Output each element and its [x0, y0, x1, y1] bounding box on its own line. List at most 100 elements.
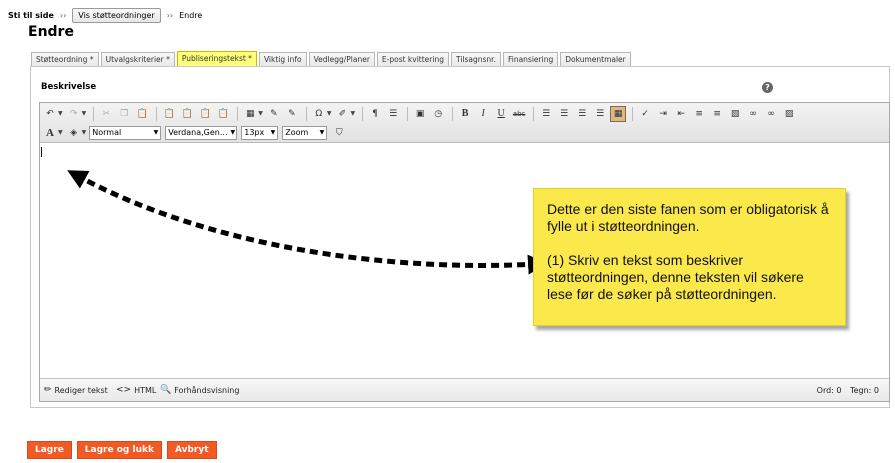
help-icon[interactable]: ? [762, 82, 773, 93]
chevron-down-icon[interactable]: ▼ [351, 110, 356, 117]
format-select[interactable]: Normal ▼ [89, 125, 162, 140]
chevron-down-icon: ▼ [230, 129, 236, 136]
breadcrumb: Sti til side ›› Vis støtteordninger ›› E… [8, 6, 202, 24]
tab-utvalgskriterier[interactable]: Utvalgskriterier * [100, 52, 175, 67]
italic-icon[interactable]: I [475, 106, 491, 122]
tab-finansiering[interactable]: Finansiering [502, 52, 559, 67]
tab-dokumentmaler[interactable]: Dokumentmaler [560, 52, 631, 67]
align-right-icon[interactable]: ☰ [574, 106, 590, 122]
html-mode-button[interactable]: <> HTML [116, 385, 156, 395]
tab-epost-kvittering[interactable]: E-post kvittering [376, 52, 449, 67]
toolbar-divider [305, 106, 307, 121]
chevron-down-icon[interactable]: ▼ [58, 129, 63, 136]
special-char-icon[interactable]: Ω [311, 106, 327, 122]
format-stripper-icon[interactable]: ✐ [335, 106, 351, 122]
unlink-icon[interactable]: ∞ [763, 106, 779, 122]
tab-publiseringstekst[interactable]: Publiseringstekst * [176, 51, 257, 67]
toolbar-divider [362, 106, 364, 121]
chevron-down-icon: ▼ [270, 129, 276, 136]
breadcrumb-separator: ›› [166, 10, 174, 20]
chevron-down-icon[interactable]: ▼ [58, 110, 63, 117]
copy-icon[interactable]: ❐ [116, 106, 132, 122]
chevron-down-icon[interactable]: ▼ [82, 129, 87, 136]
toolbar-divider [407, 106, 409, 121]
toolbar-row-1: ↶▼ ↷▼ ✂ ❐ 📋 📋 📋 📋 📋 ▦▼ ✎ ✎ Ω▼ ✐▼ ¶ [42, 104, 799, 123]
save-button[interactable]: Lagre [27, 441, 72, 459]
editor-statusbar: ✏ Rediger tekst <> HTML 🔍 Forhåndsvisnin… [40, 378, 889, 401]
breadcrumb-separator: ›› [59, 10, 67, 20]
calculator-icon[interactable]: ▣ [412, 106, 428, 122]
outdent-icon[interactable]: ⇤ [673, 106, 689, 122]
paste-format-icon[interactable]: 📋 [215, 106, 231, 122]
preview-mode-button[interactable]: 🔍 Forhåndsvisning [160, 385, 239, 395]
paste-html-icon[interactable]: 📋 [197, 106, 213, 122]
link-icon[interactable]: ∞ [745, 106, 761, 122]
tab-stotteordning[interactable]: Støtteordning * [31, 52, 99, 67]
editor-toolbar: ↶▼ ↷▼ ✂ ❐ 📋 📋 📋 📋 📋 ▦▼ ✎ ✎ Ω▼ ✐▼ ¶ [40, 103, 889, 143]
align-center-icon[interactable]: ☰ [556, 106, 572, 122]
underline-icon[interactable]: U [493, 106, 509, 122]
text-caret [41, 147, 42, 157]
block-format-icon[interactable]: ▦ [610, 105, 627, 122]
magnifier-icon: 🔍 [160, 385, 172, 395]
format-select-value: Normal [92, 128, 122, 137]
cancel-button[interactable]: Avbryt [166, 441, 217, 459]
bold-icon[interactable]: B [457, 106, 473, 122]
font-color-icon[interactable]: A [42, 125, 58, 141]
strikethrough-icon[interactable]: abc [511, 106, 527, 122]
chevron-down-icon: ▼ [153, 129, 159, 136]
highlight-icon[interactable]: ◈ [66, 125, 82, 141]
cut-icon[interactable]: ✂ [98, 106, 114, 122]
callout-line-1: Dette er den siste fanen som er obligato… [547, 201, 829, 234]
toolbar-divider [237, 106, 239, 121]
zoom-select[interactable]: Zoom ▼ [282, 125, 328, 140]
instruction-callout: Dette er den siste fanen som er obligato… [533, 188, 846, 326]
numbered-list-icon[interactable]: ≡ [691, 106, 707, 122]
toolbar-divider [452, 106, 454, 121]
word-char-counts: Ord: 0 Tegn: 0 [811, 386, 879, 395]
indent-icon[interactable]: ⇥ [655, 106, 671, 122]
edit-mode-label: Rediger tekst [54, 385, 108, 395]
edit-icon[interactable]: ✎ [266, 106, 282, 122]
image-manager-icon[interactable]: ▨ [781, 106, 797, 122]
page-title: Endre [28, 24, 74, 40]
pencil-icon: ✏ [44, 385, 52, 395]
chevron-down-icon: ▼ [319, 129, 325, 136]
toolbar-divider [632, 106, 634, 121]
size-select[interactable]: 13px ▼ [241, 125, 279, 140]
tab-tilsagnsnr[interactable]: Tilsagnsnr. [450, 52, 501, 67]
edit-mode-button[interactable]: ✏ Rediger tekst [44, 385, 108, 395]
font-select[interactable]: Verdana,Gen... ▼ [165, 125, 238, 140]
paste-icon[interactable]: 📋 [134, 106, 150, 122]
paste-text-icon[interactable]: 📋 [161, 106, 177, 122]
module-manager-icon[interactable]: ⛉ [331, 125, 347, 141]
save-close-button[interactable]: Lagre og lukk [76, 441, 162, 459]
code-icon: <> [116, 385, 132, 395]
chevron-down-icon[interactable]: ▼ [258, 110, 263, 117]
size-select-value: 13px [244, 128, 265, 137]
table-icon[interactable]: ▦ [242, 106, 258, 122]
chevron-down-icon[interactable]: ▼ [82, 110, 87, 117]
align-justify-icon[interactable]: ☰ [592, 106, 608, 122]
html-mode-label: HTML [134, 385, 157, 395]
paste-word-icon[interactable]: 📋 [179, 106, 195, 122]
spellcheck-icon[interactable]: ✓ [637, 106, 653, 122]
undo-icon[interactable]: ↶ [42, 106, 58, 122]
align-left-icon[interactable]: ☰ [538, 106, 554, 122]
preview-mode-label: Forhåndsvisning [174, 385, 240, 395]
horizontal-rule-icon[interactable]: ☰ [385, 106, 401, 122]
clock-icon[interactable]: ◷ [430, 106, 446, 122]
redo-icon[interactable]: ↷ [66, 106, 82, 122]
callout-line-2: (1) Skriv en tekst som beskriver støtteo… [547, 252, 804, 302]
tab-viktig-info[interactable]: Viktig info [258, 52, 307, 67]
form-actions: Lagre Lagre og lukk Avbryt [27, 441, 217, 459]
show-schemes-button[interactable]: Vis støtteordninger [72, 7, 161, 23]
image-icon[interactable]: ▧ [727, 106, 743, 122]
zoom-select-value: Zoom [285, 128, 309, 137]
paragraph-icon[interactable]: ¶ [367, 106, 383, 122]
edit-form-icon[interactable]: ✎ [284, 106, 300, 122]
char-count: Tegn: 0 [850, 386, 879, 395]
tab-vedlegg-planer[interactable]: Vedlegg/Planer [308, 52, 375, 67]
bullet-list-icon[interactable]: ≡ [709, 106, 725, 122]
chevron-down-icon[interactable]: ▼ [327, 110, 332, 117]
